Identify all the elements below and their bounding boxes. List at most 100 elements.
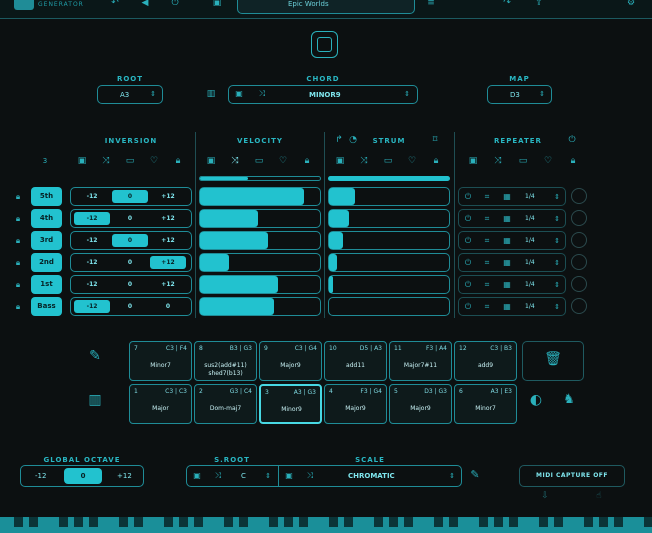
piano-black-key[interactable] <box>164 517 173 527</box>
strum-shuffle-icon[interactable]: ⤨ <box>358 155 370 167</box>
inversion-control[interactable]: -12 0 +12 <box>70 231 192 250</box>
piano-black-key[interactable] <box>509 517 518 527</box>
strum-bar[interactable] <box>328 209 450 228</box>
strum-bookmark-icon[interactable]: ⌑ <box>430 134 440 146</box>
velocity-bar[interactable] <box>199 297 321 316</box>
inversion-min[interactable]: -12 <box>74 278 110 291</box>
inversion-max[interactable]: +12 <box>150 256 186 269</box>
inversion-max[interactable]: 0 <box>150 300 186 313</box>
piano-black-key[interactable] <box>224 517 233 527</box>
inversion-min[interactable]: -12 <box>74 234 110 247</box>
inversion-value[interactable]: 0 <box>112 278 148 291</box>
repeater-pattern-icon[interactable]: ▦ <box>501 279 513 291</box>
piano-black-key[interactable] <box>449 517 458 527</box>
drag-audio-icon[interactable]: ♞ <box>558 393 580 406</box>
inversion-value[interactable]: 0 <box>112 234 148 247</box>
inversion-min[interactable]: -12 <box>74 190 110 203</box>
inversion-max[interactable]: +12 <box>150 278 186 291</box>
repeater-grid-icon[interactable]: ⌗ <box>481 301 493 313</box>
chord-slot[interactable]: 7 C3 | F4 Minor7 <box>129 341 192 381</box>
global-octave-min[interactable]: -12 <box>35 472 46 480</box>
piano-black-key[interactable] <box>584 517 593 527</box>
share-icon[interactable]: ⇪ <box>532 0 546 9</box>
piano-keyboard[interactable] <box>0 517 652 533</box>
piano-black-key[interactable] <box>239 517 248 527</box>
inversion-heart-icon[interactable]: ♡ <box>148 155 160 167</box>
chord-slot[interactable]: 6 A3 | E3 Minor7 <box>454 384 517 424</box>
inversion-max[interactable]: +12 <box>150 190 186 203</box>
repeater-power-icon[interactable]: ⏻ <box>462 191 474 203</box>
chord-slot[interactable]: 12 C3 | B3 add9 <box>454 341 517 381</box>
piano-black-key[interactable] <box>644 517 652 527</box>
piano-black-key[interactable] <box>344 517 353 527</box>
piano-black-key[interactable] <box>539 517 548 527</box>
repeater-grid-icon[interactable]: ⌗ <box>481 213 493 225</box>
velocity-link-icon[interactable]: ▭ <box>253 155 265 167</box>
map-selector[interactable]: D3 ⇕ <box>487 85 552 104</box>
power-icon[interactable]: ⏻ <box>168 0 182 9</box>
inversion-control[interactable]: -12 0 +12 <box>70 275 192 294</box>
velocity-bar[interactable] <box>199 275 321 294</box>
chord-slot[interactable]: 11 F3 | A4 Major7#11 <box>389 341 452 381</box>
piano-black-key[interactable] <box>269 517 278 527</box>
velocity-bar[interactable] <box>199 231 321 250</box>
velocity-master-bar[interactable] <box>199 176 321 181</box>
piano-black-key[interactable] <box>284 517 293 527</box>
repeater-power-icon[interactable]: ⏻ <box>462 279 474 291</box>
pencil-icon[interactable]: ✎ <box>86 349 104 363</box>
strum-bar[interactable] <box>328 187 450 206</box>
global-octave-control[interactable]: -12 0 +12 <box>20 465 144 487</box>
inversion-control[interactable]: -12 0 +12 <box>70 209 192 228</box>
menu-icon[interactable]: ≡ <box>424 0 438 9</box>
row-label-button[interactable]: Bass <box>31 297 62 316</box>
chord-slot[interactable]: 4 F3 | G4 Major9 <box>324 384 387 424</box>
strum-link-icon[interactable]: ▭ <box>382 155 394 167</box>
row-label-button[interactable]: 5th <box>31 187 62 206</box>
speaker-icon[interactable]: ◀ <box>138 0 152 9</box>
repeater-rate[interactable]: 1/4 <box>525 193 535 200</box>
piano-black-key[interactable] <box>194 517 203 527</box>
keyboard-icon[interactable]: ▥ <box>86 393 104 407</box>
strum-heart-icon[interactable]: ♡ <box>406 155 418 167</box>
piano-black-key[interactable] <box>329 517 338 527</box>
row-label-button[interactable]: 2nd <box>31 253 62 272</box>
inversion-value[interactable]: 0 <box>112 256 148 269</box>
row-lock-icon[interactable]: 🔒︎ <box>12 191 24 203</box>
inversion-link-icon[interactable]: ▭ <box>124 155 136 167</box>
global-octave-max[interactable]: +12 <box>117 472 132 480</box>
velocity-lock-all-icon[interactable]: ▣ <box>205 155 217 167</box>
piano-black-key[interactable] <box>479 517 488 527</box>
piano-black-key[interactable] <box>119 517 128 527</box>
strum-lock-all-icon[interactable]: ▣ <box>334 155 346 167</box>
chord-stepper-icon[interactable]: ⇕ <box>402 88 412 100</box>
repeater-pattern-icon[interactable]: ▦ <box>501 235 513 247</box>
piano-black-key[interactable] <box>299 517 308 527</box>
strum-bar[interactable] <box>328 275 450 294</box>
midi-capture-button[interactable]: MIDI CAPTURE OFF <box>519 465 625 487</box>
repeater-indicator[interactable] <box>571 276 587 292</box>
piano-black-key[interactable] <box>404 517 413 527</box>
inversion-control[interactable]: -12 0 +12 <box>70 187 192 206</box>
repeater-rate[interactable]: 1/4 <box>525 281 535 288</box>
repeater-row[interactable]: ⏻ ⌗ ▦ 1/4 ⇕ <box>458 253 566 272</box>
repeater-indicator[interactable] <box>571 254 587 270</box>
repeater-heart-icon[interactable]: ♡ <box>542 155 554 167</box>
chord-shuffle-icon[interactable]: ⤨ <box>257 88 267 100</box>
repeater-indicator[interactable] <box>571 188 587 204</box>
piano-grid-icon[interactable]: ▥ <box>204 88 218 100</box>
chord-selector[interactable]: ▣ ⤨ MINOR9 ⇕ <box>228 85 418 104</box>
repeater-link-icon[interactable]: ▭ <box>517 155 529 167</box>
inversion-control[interactable]: -12 0 +12 <box>70 253 192 272</box>
strum-lock-icon[interactable]: 🔒︎ <box>430 155 442 167</box>
piano-black-key[interactable] <box>389 517 398 527</box>
inversion-max[interactable]: +12 <box>150 234 186 247</box>
chord-lock-icon[interactable]: ▣ <box>234 88 244 100</box>
velocity-heart-icon[interactable]: ♡ <box>277 155 289 167</box>
repeater-rate-stepper-icon[interactable]: ⇕ <box>552 301 562 313</box>
repeater-grid-icon[interactable]: ⌗ <box>481 235 493 247</box>
repeater-rate-stepper-icon[interactable]: ⇕ <box>552 257 562 269</box>
inversion-value[interactable]: 0 <box>112 212 148 225</box>
repeater-rate[interactable]: 1/4 <box>525 303 535 310</box>
randomize-dice-button[interactable] <box>311 31 338 58</box>
piano-black-key[interactable] <box>89 517 98 527</box>
